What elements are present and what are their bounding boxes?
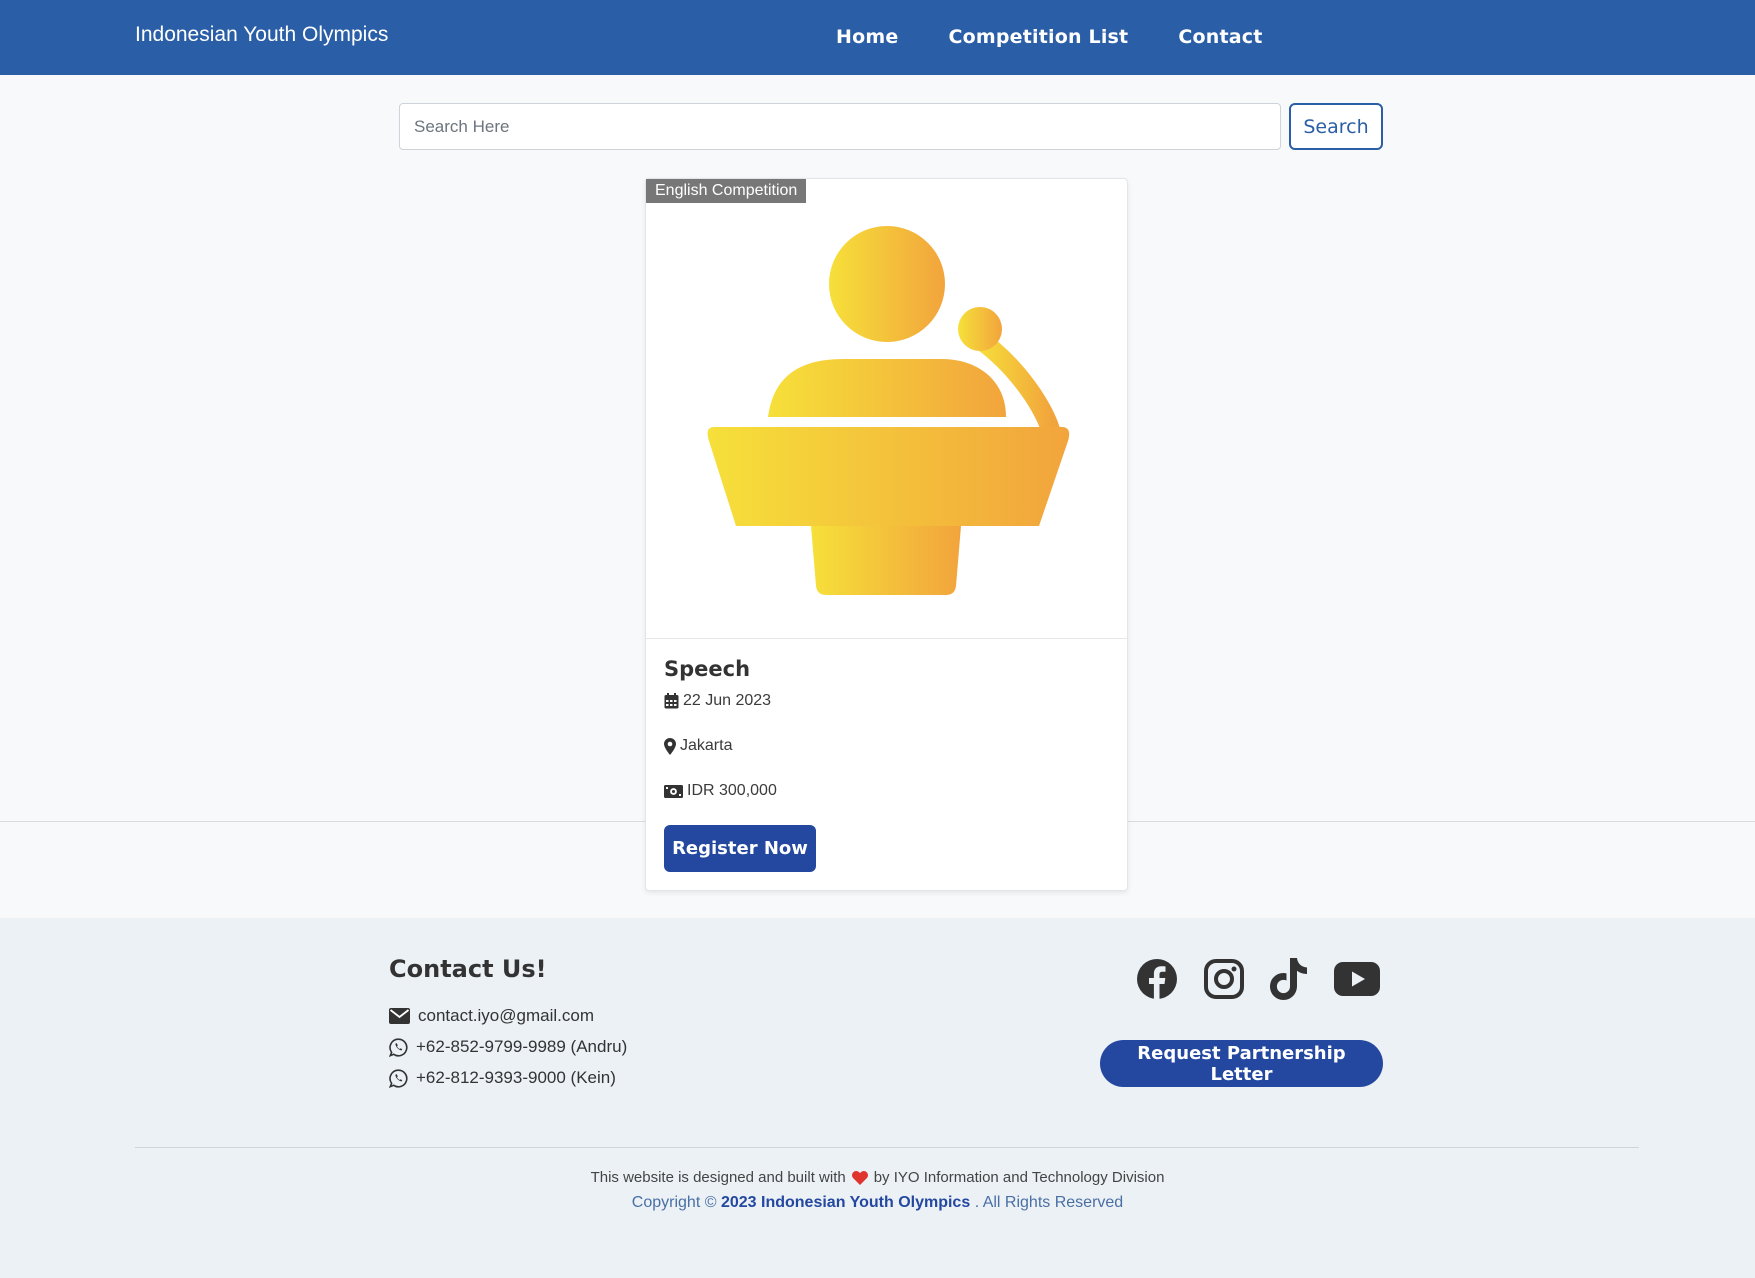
copyright-org: 2023 Indonesian Youth Olympics (720, 1194, 971, 1211)
footer-divider (135, 1147, 1639, 1148)
calendar-icon (664, 693, 679, 709)
competition-location: Jakarta (664, 737, 732, 755)
heart-icon (851, 1170, 868, 1185)
competition-image (646, 179, 1127, 639)
phone-kein-text[interactable]: +62-812-9393-9000 (Kein) (416, 1068, 616, 1088)
footer: Contact Us! contact.iyo@gmail.com +62-85… (0, 918, 1755, 1278)
instagram-link[interactable] (1204, 959, 1244, 999)
register-now-button[interactable]: Register Now (664, 825, 816, 872)
social-links (1136, 958, 1406, 1000)
search-input[interactable] (399, 103, 1281, 150)
location-text: Jakarta (680, 737, 733, 754)
contact-phone-kein: +62-812-9393-9000 (Kein) (389, 1068, 616, 1088)
money-bill-icon (664, 784, 683, 798)
whatsapp-icon (389, 1037, 408, 1057)
youtube-link[interactable] (1334, 962, 1380, 996)
nav-home[interactable]: Home (836, 26, 898, 48)
category-badge: English Competition (646, 179, 807, 203)
contact-email: contact.iyo@gmail.com (389, 1006, 594, 1026)
facebook-icon (1137, 959, 1177, 1000)
phone-andru-text[interactable]: +62-852-9799-9989 (Andru) (416, 1037, 627, 1057)
nav-competition-list[interactable]: Competition List (948, 26, 1128, 48)
contact-heading: Contact Us! (389, 955, 547, 983)
credit-prefix: This website is designed and built with (590, 1169, 846, 1186)
copyright-prefix: Copyright © (631, 1194, 717, 1211)
whatsapp-icon (389, 1068, 408, 1088)
email-text[interactable]: contact.iyo@gmail.com (418, 1006, 594, 1026)
facebook-link[interactable] (1136, 958, 1178, 1000)
nav-contact[interactable]: Contact (1178, 26, 1262, 48)
request-partnership-button[interactable]: Request Partnership Letter (1100, 1040, 1383, 1087)
date-text: 22 Jun 2023 (683, 692, 772, 709)
brand-link[interactable]: Indonesian Youth Olympics (135, 23, 388, 47)
instagram-icon (1204, 959, 1244, 999)
youtube-icon (1334, 962, 1380, 996)
map-pin-icon (664, 737, 676, 755)
speech-podium-icon (707, 226, 1070, 595)
contact-phone-andru: +62-852-9799-9989 (Andru) (389, 1037, 627, 1057)
tiktok-icon (1270, 958, 1307, 1000)
copyright-suffix: . All Rights Reserved (974, 1194, 1124, 1211)
copyright-line: Copyright © 2023 Indonesian Youth Olympi… (0, 1194, 1755, 1212)
card-body: Speech 22 Jun 2023 Jakarta IDR 300,000 (664, 657, 777, 799)
competition-card: English Competition Speech 22 Jun 2023 J… (645, 178, 1128, 891)
competition-title: Speech (664, 657, 751, 681)
credit-line: This website is designed and built with … (0, 1169, 1755, 1186)
fee-text: IDR 300,000 (687, 782, 777, 799)
competition-date: 22 Jun 2023 (664, 692, 771, 710)
tiktok-link[interactable] (1270, 958, 1308, 1000)
top-navbar: Indonesian Youth Olympics Home Competiti… (0, 0, 1755, 75)
credit-suffix: by IYO Information and Technology Divisi… (873, 1169, 1165, 1186)
competition-fee: IDR 300,000 (664, 782, 777, 800)
search-button[interactable]: Search (1289, 103, 1383, 150)
envelope-icon (389, 1008, 410, 1024)
nav-links: Home Competition List Contact (836, 26, 1313, 48)
